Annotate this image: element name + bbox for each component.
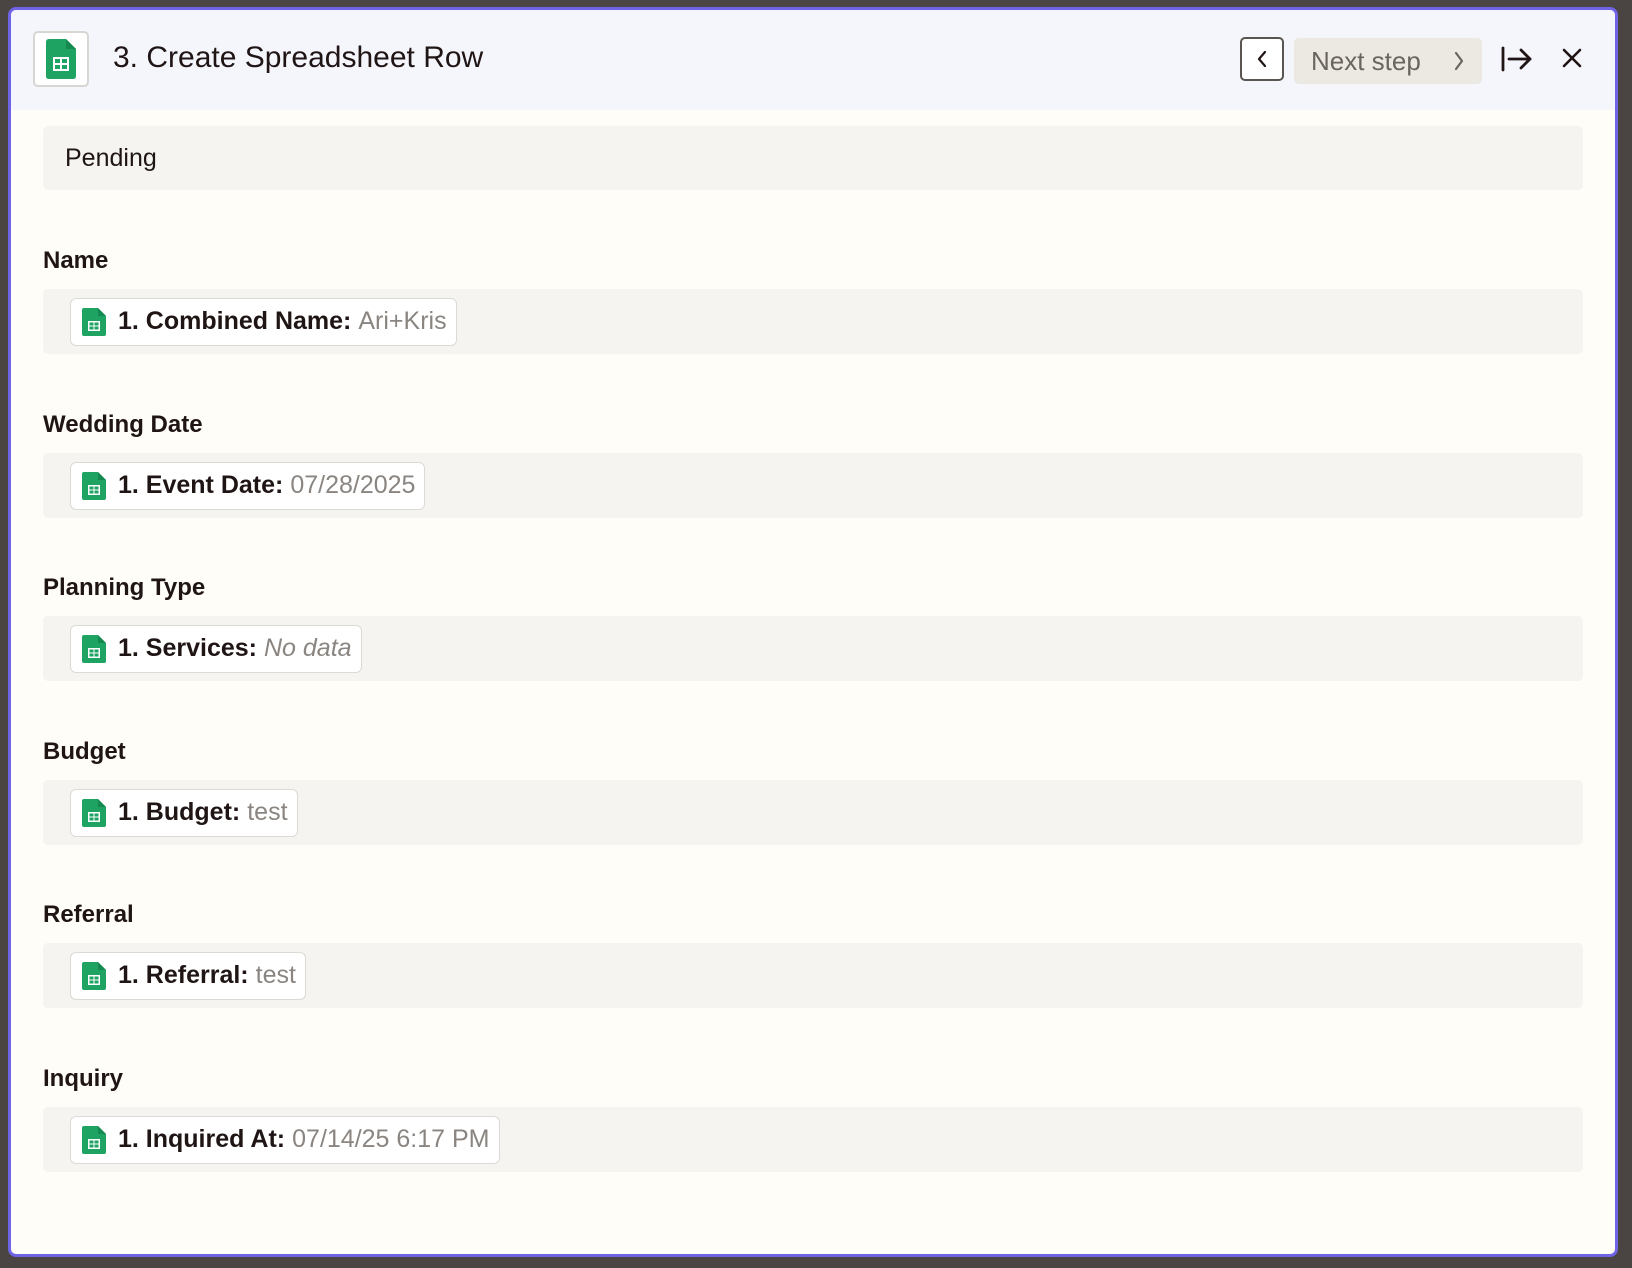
- field-label: Inquiry: [43, 1065, 124, 1092]
- chevron-right-icon: [1454, 51, 1464, 71]
- mapped-value-pill[interactable]: 1. Services: No data: [70, 624, 362, 673]
- pill-value: 07/28/2025: [290, 471, 416, 499]
- google-sheets-icon: [82, 634, 106, 663]
- google-sheets-icon: [82, 798, 106, 827]
- status-field: Pending: [43, 126, 1583, 190]
- close-button[interactable]: [1557, 43, 1587, 73]
- pill-key: 1. Combined Name:: [118, 307, 352, 335]
- pill-value: No data: [264, 634, 352, 662]
- field-row: Planning Type 1. Services: No data: [43, 573, 1583, 681]
- chevron-left-icon: [1257, 50, 1267, 68]
- pill-value: 07/14/25 6:17 PM: [292, 1125, 490, 1153]
- field-label: Referral: [43, 901, 134, 928]
- pill-value: test: [255, 961, 296, 989]
- field-input[interactable]: 1. Budget: test: [43, 780, 1583, 845]
- pill-key: 1. Referral:: [118, 961, 249, 989]
- collapse-panel-button[interactable]: [1500, 42, 1534, 76]
- pill-key: 1. Inquired At:: [118, 1125, 286, 1153]
- field-input[interactable]: 1. Services: No data: [43, 616, 1583, 681]
- google-sheets-icon: [82, 961, 106, 990]
- panel-header: 3. Create Spreadsheet Row Next step: [11, 10, 1615, 110]
- google-sheets-icon: [82, 307, 106, 336]
- field-label: Wedding Date: [43, 411, 203, 438]
- page-title: 3. Create Spreadsheet Row: [113, 41, 484, 74]
- field-label: Planning Type: [43, 574, 206, 601]
- field-row: Wedding Date 1. Event Date: 07/28/2025: [43, 410, 1583, 518]
- mapped-value-pill[interactable]: 1. Budget: test: [70, 788, 298, 837]
- pill-key: 1. Services:: [118, 634, 257, 662]
- mapped-value-pill[interactable]: 1. Inquired At: 07/14/25 6:17 PM: [70, 1115, 500, 1164]
- google-sheets-icon: [82, 1125, 106, 1154]
- mapped-value-pill[interactable]: 1. Referral: test: [70, 951, 306, 1000]
- field-row: Name 1. Combined Name: Ari+Kris: [43, 246, 1583, 354]
- next-step-button[interactable]: Next step: [1294, 38, 1482, 84]
- pill-key: 1. Event Date:: [118, 471, 284, 499]
- arrow-right-to-bar-icon: [1501, 46, 1532, 72]
- field-row: Referral 1. Referral: test: [43, 900, 1583, 1008]
- field-label: Budget: [43, 738, 126, 765]
- previous-step-button[interactable]: [1240, 37, 1284, 81]
- field-input[interactable]: 1. Event Date: 07/28/2025: [43, 453, 1583, 518]
- app-icon-container: [33, 31, 89, 87]
- close-icon: [1562, 48, 1582, 68]
- next-step-label: Next step: [1311, 45, 1421, 76]
- field-row: Budget 1. Budget: test: [43, 737, 1583, 845]
- field-input[interactable]: 1. Combined Name: Ari+Kris: [43, 289, 1583, 354]
- field-input[interactable]: 1. Referral: test: [43, 943, 1583, 1008]
- pill-value: test: [247, 798, 288, 826]
- pill-key: 1. Budget:: [118, 798, 241, 826]
- pill-value: Ari+Kris: [358, 307, 447, 335]
- google-sheets-icon: [46, 39, 76, 79]
- mapped-value-pill[interactable]: 1. Combined Name: Ari+Kris: [70, 297, 457, 346]
- google-sheets-icon: [82, 471, 106, 500]
- step-panel: 3. Create Spreadsheet Row Next step Pend…: [8, 7, 1618, 1257]
- field-label: Name: [43, 247, 109, 274]
- field-row: Inquiry 1. Inquired At: 07/14/25 6:17 PM: [43, 1064, 1583, 1172]
- mapped-value-pill[interactable]: 1. Event Date: 07/28/2025: [70, 461, 426, 510]
- field-input[interactable]: 1. Inquired At: 07/14/25 6:17 PM: [43, 1107, 1583, 1172]
